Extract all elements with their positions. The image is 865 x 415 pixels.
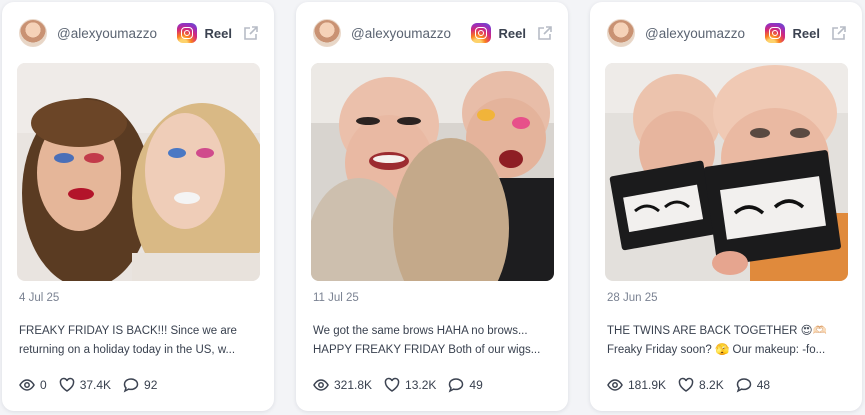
account-handle[interactable]: @alexyoumazzo bbox=[645, 26, 765, 41]
instagram-icon bbox=[470, 23, 491, 43]
post-card-1[interactable]: @alexyoumazzo Reel 4 Jul 25 FREAKY FRIDA… bbox=[2, 2, 274, 411]
account-handle[interactable]: @alexyoumazzo bbox=[57, 26, 177, 41]
comments-count: 49 bbox=[469, 378, 483, 392]
views-stat: 181.9K bbox=[607, 377, 666, 393]
external-link-icon[interactable] bbox=[830, 24, 848, 42]
comments-stat: 49 bbox=[448, 377, 483, 393]
post-card-2[interactable]: @alexyoumazzo Reel 11 Jul 25 We got the … bbox=[296, 2, 568, 411]
post-type-label: Reel bbox=[498, 25, 526, 41]
likes-count: 8.2K bbox=[699, 378, 724, 392]
post-date: 11 Jul 25 bbox=[313, 292, 359, 304]
post-stats: 0 37.4K 92 bbox=[19, 377, 169, 393]
instagram-icon bbox=[176, 23, 197, 43]
card-header: @alexyoumazzo Reel bbox=[607, 18, 848, 48]
post-caption[interactable]: We got the same brows HAHA no brows... H… bbox=[313, 322, 559, 360]
likes-stat: 8.2K bbox=[678, 377, 724, 393]
eye-icon bbox=[313, 379, 329, 391]
likes-stat: 37.4K bbox=[59, 377, 111, 393]
card-header: @alexyoumazzo Reel bbox=[19, 18, 260, 48]
external-link-icon[interactable] bbox=[242, 24, 260, 42]
post-caption[interactable]: THE TWINS ARE BACK TOGETHER 😍🫶🏻 Freaky F… bbox=[607, 322, 853, 360]
likes-count: 37.4K bbox=[79, 378, 112, 392]
views-count: 181.9K bbox=[628, 378, 667, 392]
eye-icon bbox=[607, 379, 623, 391]
instagram-icon bbox=[764, 23, 785, 43]
views-count: 321.8K bbox=[334, 378, 373, 392]
views-count: 0 bbox=[40, 378, 47, 392]
post-thumbnail[interactable] bbox=[311, 63, 554, 281]
post-card-3[interactable]: @alexyoumazzo Reel 28 Jun 25 THE TWINS A… bbox=[590, 2, 862, 411]
avatar[interactable] bbox=[19, 19, 47, 47]
card-header: @alexyoumazzo Reel bbox=[313, 18, 554, 48]
post-type-label: Reel bbox=[792, 25, 820, 41]
comments-count: 48 bbox=[756, 378, 771, 392]
views-stat: 321.8K bbox=[313, 377, 372, 393]
caption-line: returning on a holiday today in the US, … bbox=[19, 344, 236, 356]
post-thumbnail[interactable] bbox=[17, 63, 260, 281]
heart-icon bbox=[384, 377, 400, 392]
comments-stat: 48 bbox=[736, 377, 770, 393]
post-type-label: Reel bbox=[204, 25, 232, 41]
post-date: 4 Jul 25 bbox=[19, 292, 60, 304]
caption-line: HAPPY FREAKY FRIDAY Both of our wigs... bbox=[313, 344, 541, 356]
likes-count: 13.2K bbox=[405, 378, 437, 392]
caption-line: FREAKY FRIDAY IS BACK!!! Since we are bbox=[19, 325, 237, 337]
comment-icon bbox=[449, 378, 464, 393]
account-handle[interactable]: @alexyoumazzo bbox=[351, 26, 471, 41]
comment-icon bbox=[123, 378, 139, 393]
caption-line: Freaky Friday soon? 🫣 Our makeup: -fo... bbox=[607, 344, 826, 356]
comment-icon bbox=[736, 378, 751, 393]
post-stats: 181.9K 8.2K 48 bbox=[607, 377, 782, 393]
heart-icon bbox=[59, 377, 74, 392]
caption-line: We got the same brows HAHA no brows... bbox=[313, 325, 528, 337]
likes-stat: 13.2K bbox=[384, 377, 436, 393]
avatar[interactable] bbox=[607, 19, 635, 47]
eye-icon bbox=[19, 379, 35, 391]
views-stat: 0 bbox=[19, 377, 47, 393]
post-caption[interactable]: FREAKY FRIDAY IS BACK!!! Since we are re… bbox=[19, 322, 265, 360]
comments-count: 92 bbox=[144, 378, 158, 392]
avatar[interactable] bbox=[313, 19, 341, 47]
post-stats: 321.8K 13.2K 49 bbox=[313, 377, 495, 393]
comments-stat: 92 bbox=[123, 377, 157, 393]
external-link-icon[interactable] bbox=[536, 24, 554, 42]
post-date: 28 Jun 25 bbox=[607, 292, 658, 304]
heart-icon bbox=[678, 377, 694, 392]
post-thumbnail[interactable] bbox=[605, 63, 848, 281]
caption-line: THE TWINS ARE BACK TOGETHER 😍🫶🏻 bbox=[607, 325, 827, 337]
